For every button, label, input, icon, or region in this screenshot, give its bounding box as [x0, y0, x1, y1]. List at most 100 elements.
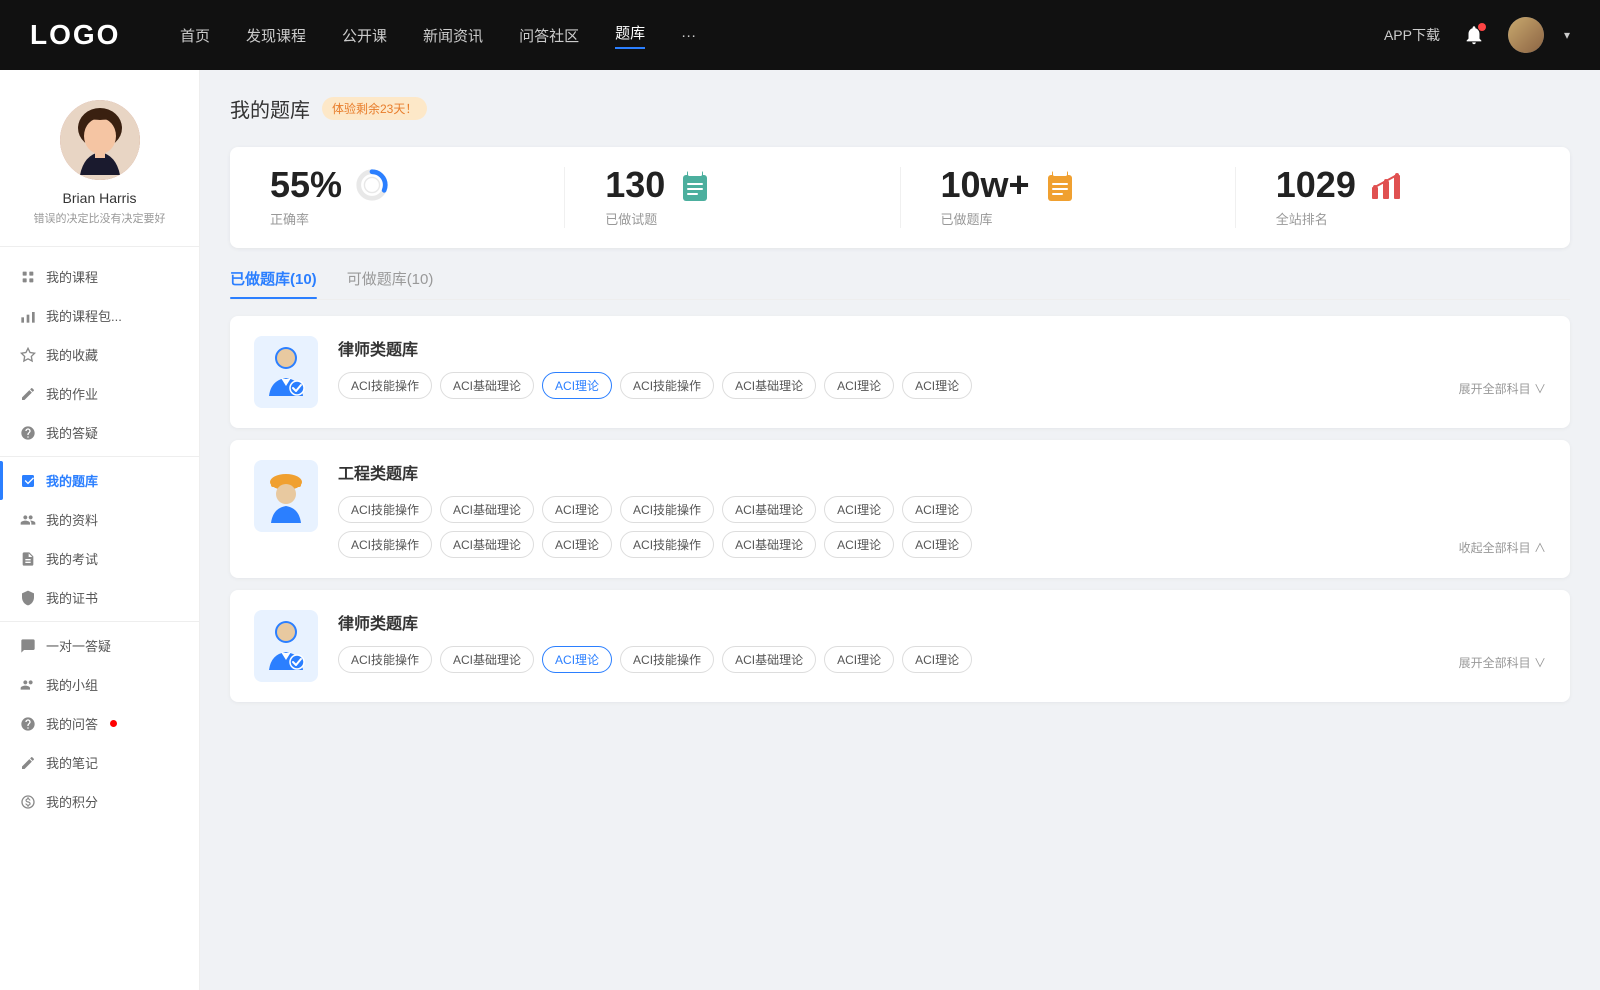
nav-discover[interactable]: 发现课程 [246, 25, 306, 46]
tag-1-2[interactable]: ACI理论 [542, 372, 612, 399]
tag-1-0[interactable]: ACI技能操作 [338, 372, 432, 399]
lawyer-icon-2 [261, 618, 311, 674]
stat-banks-done: 10w+ 已做题库 [901, 167, 1236, 228]
tag-2r2-3[interactable]: ACI技能操作 [620, 531, 714, 558]
sidebar-item-qbank[interactable]: 我的题库 [0, 461, 199, 500]
avatar-illustration [60, 100, 140, 180]
expand-btn-3[interactable]: 展开全部科目 ∨ [1459, 654, 1546, 673]
collapse-btn-2[interactable]: 收起全部科目 ∧ [1459, 539, 1546, 558]
qbank-lawyer-icon-wrap-2 [254, 610, 318, 682]
tag-1-3[interactable]: ACI技能操作 [620, 372, 714, 399]
sidebar-divider-2 [0, 621, 199, 622]
sidebar-divider-1 [0, 456, 199, 457]
tag-2-4[interactable]: ACI基础理论 [722, 496, 816, 523]
sidebar-item-notes[interactable]: 我的笔记 [0, 743, 199, 782]
tab-available-banks[interactable]: 可做题库(10) [347, 268, 434, 299]
notification-bell[interactable] [1460, 21, 1488, 49]
engineer-icon [261, 468, 311, 524]
sidebar-item-exam[interactable]: 我的考试 [0, 539, 199, 578]
tag-2-3[interactable]: ACI技能操作 [620, 496, 714, 523]
tab-done-banks[interactable]: 已做题库(10) [230, 268, 317, 299]
clipboard-orange-icon [1042, 167, 1078, 203]
page-layout: Brian Harris 错误的决定比没有决定要好 我的课程 我的课程包... … [0, 70, 1600, 990]
qbank-body-3: 律师类题库 ACI技能操作 ACI基础理论 ACI理论 ACI技能操作 ACI基… [338, 610, 1546, 673]
qbank-tags-2-row1: ACI技能操作 ACI基础理论 ACI理论 ACI技能操作 ACI基础理论 AC… [338, 496, 1546, 523]
group-icon [20, 677, 36, 693]
sidebar-item-group[interactable]: 我的小组 [0, 665, 199, 704]
sidebar-item-my-qa[interactable]: 我的问答 [0, 704, 199, 743]
nav-open-course[interactable]: 公开课 [342, 25, 387, 46]
notes-label: 我的笔记 [46, 753, 98, 772]
qbank-body-1: 律师类题库 ACI技能操作 ACI基础理论 ACI理论 ACI技能操作 ACI基… [338, 336, 1546, 399]
tag-3-4[interactable]: ACI基础理论 [722, 646, 816, 673]
tag-2r2-4[interactable]: ACI基础理论 [722, 531, 816, 558]
sidebar-item-certificate[interactable]: 我的证书 [0, 578, 199, 617]
qbank-icon [20, 473, 36, 489]
tag-2-0[interactable]: ACI技能操作 [338, 496, 432, 523]
nav-qbank[interactable]: 题库 [615, 22, 645, 49]
tag-3-2[interactable]: ACI理论 [542, 646, 612, 673]
tag-3-5[interactable]: ACI理论 [824, 646, 894, 673]
sidebar-item-points[interactable]: 我的积分 [0, 782, 199, 821]
stat-rank: 1029 全站排名 [1236, 167, 1570, 228]
course-package-icon [20, 308, 36, 324]
tag-2-5[interactable]: ACI理论 [824, 496, 894, 523]
my-qa-label: 我的问答 [46, 714, 98, 733]
tag-2r2-6[interactable]: ACI理论 [902, 531, 972, 558]
nav-qa[interactable]: 问答社区 [519, 25, 579, 46]
navbar: LOGO 首页 发现课程 公开课 新闻资讯 问答社区 题库 ··· APP下载 … [0, 0, 1600, 70]
nav-home[interactable]: 首页 [180, 25, 210, 46]
nav-more[interactable]: ··· [681, 27, 696, 44]
main-content: 我的题库 体验剩余23天！ 55% 正确率 [200, 70, 1600, 990]
course-package-label: 我的课程包... [46, 306, 122, 325]
tag-3-3[interactable]: ACI技能操作 [620, 646, 714, 673]
tag-2r2-1[interactable]: ACI基础理论 [440, 531, 534, 558]
stat-questions-done: 130 已做试题 [565, 167, 900, 228]
group-label: 我的小组 [46, 675, 98, 694]
sidebar-item-one-on-one[interactable]: 一对一答疑 [0, 626, 199, 665]
tag-2-1[interactable]: ACI基础理论 [440, 496, 534, 523]
my-qa-dot [110, 720, 117, 727]
one-on-one-icon [20, 638, 36, 654]
tag-2r2-0[interactable]: ACI技能操作 [338, 531, 432, 558]
sidebar-item-qa[interactable]: 我的答疑 [0, 413, 199, 452]
sidebar-item-homework[interactable]: 我的作业 [0, 374, 199, 413]
qbank-card-inner-3: 律师类题库 ACI技能操作 ACI基础理论 ACI理论 ACI技能操作 ACI基… [254, 610, 1546, 682]
expand-btn-1[interactable]: 展开全部科目 ∨ [1459, 380, 1546, 399]
tag-3-6[interactable]: ACI理论 [902, 646, 972, 673]
notification-dot [1478, 23, 1486, 31]
tag-3-1[interactable]: ACI基础理论 [440, 646, 534, 673]
certificate-icon [20, 590, 36, 606]
tag-1-6[interactable]: ACI理论 [902, 372, 972, 399]
homework-label: 我的作业 [46, 384, 98, 403]
tag-2-6[interactable]: ACI理论 [902, 496, 972, 523]
tag-1-4[interactable]: ACI基础理论 [722, 372, 816, 399]
sidebar-motto: 错误的决定比没有决定要好 [18, 210, 182, 226]
tag-1-5[interactable]: ACI理论 [824, 372, 894, 399]
nav-menu: 首页 发现课程 公开课 新闻资讯 问答社区 题库 ··· [180, 22, 1384, 49]
stat-banks-done-label: 已做题库 [941, 209, 993, 228]
qbank-card-inner: 律师类题库 ACI技能操作 ACI基础理论 ACI理论 ACI技能操作 ACI基… [254, 336, 1546, 408]
sidebar-item-profile[interactable]: 我的资料 [0, 500, 199, 539]
tag-2r2-2[interactable]: ACI理论 [542, 531, 612, 558]
qbank-card-engineer: 工程类题库 ACI技能操作 ACI基础理论 ACI理论 ACI技能操作 ACI基… [230, 440, 1570, 578]
nav-news[interactable]: 新闻资讯 [423, 25, 483, 46]
sidebar-item-favorites[interactable]: 我的收藏 [0, 335, 199, 374]
sidebar-item-my-course[interactable]: 我的课程 [0, 257, 199, 296]
app-download-btn[interactable]: APP下载 [1384, 25, 1440, 45]
tag-2r2-5[interactable]: ACI理论 [824, 531, 894, 558]
sidebar: Brian Harris 错误的决定比没有决定要好 我的课程 我的课程包... … [0, 70, 200, 990]
sidebar-avatar [60, 100, 140, 180]
stat-rank-number: 1029 [1276, 167, 1356, 203]
profile-label: 我的资料 [46, 510, 98, 529]
tag-2-2[interactable]: ACI理论 [542, 496, 612, 523]
logo[interactable]: LOGO [30, 19, 130, 51]
user-avatar[interactable] [1508, 17, 1544, 53]
qbank-lawyer-icon-wrap [254, 336, 318, 408]
tag-1-1[interactable]: ACI基础理论 [440, 372, 534, 399]
stat-questions-done-top: 130 [605, 167, 713, 203]
sidebar-item-course-package[interactable]: 我的课程包... [0, 296, 199, 335]
my-qa-icon [20, 716, 36, 732]
tag-3-0[interactable]: ACI技能操作 [338, 646, 432, 673]
user-menu-chevron[interactable]: ▾ [1564, 28, 1570, 42]
